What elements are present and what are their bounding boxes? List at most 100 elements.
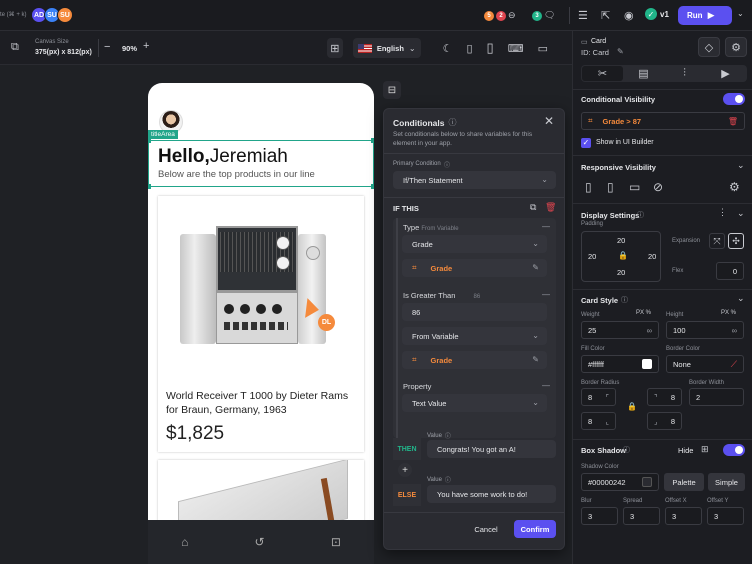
confirm-button[interactable]: Confirm — [514, 520, 556, 538]
tab-data-icon[interactable]: ▤ — [623, 66, 664, 81]
infinity-icon[interactable]: ∞ — [732, 326, 737, 335]
run-button[interactable]: Run ▶ — [678, 6, 732, 25]
gear-icon[interactable]: ⚙ — [729, 180, 740, 194]
collapse-icon[interactable]: — — [542, 290, 550, 299]
box-shadow-toggle[interactable] — [723, 444, 745, 456]
add-condition-button[interactable]: + — [398, 463, 412, 477]
chevron-down-icon[interactable]: ⌄ — [737, 293, 745, 304]
palette-button[interactable]: Palette — [664, 473, 704, 491]
history-icon[interactable]: ↺ — [255, 535, 265, 549]
fill-color-swatch[interactable] — [642, 359, 652, 369]
spread-input[interactable]: 3 — [623, 507, 660, 525]
height-input[interactable]: 100 ∞ — [666, 321, 744, 339]
avatar[interactable]: SU — [57, 7, 73, 23]
language-selector[interactable]: English ⌄ — [352, 38, 421, 58]
copy-icon[interactable]: ⧉ — [530, 202, 536, 213]
expand-icon[interactable]: ⤧ — [709, 233, 725, 249]
collapse-icon[interactable]: — — [542, 381, 550, 390]
padding-right-input[interactable]: 20 — [648, 252, 656, 261]
zoom-out-icon[interactable]: − — [104, 41, 110, 53]
notification-badges[interactable]: 5 2 ⊖ — [484, 10, 516, 21]
home-icon[interactable]: ⌂ — [181, 535, 188, 549]
trash-icon[interactable]: 🗑 — [545, 202, 556, 213]
variable-chip[interactable]: ⌗ Grade ✎ — [402, 351, 547, 369]
more-options-icon[interactable]: ⋮ — [718, 207, 727, 218]
no-color-swatch-icon[interactable]: ⟋ — [731, 359, 737, 370]
collaborator-avatars[interactable]: AD SU SU — [31, 7, 73, 23]
info-icon[interactable]: ⓘ — [621, 295, 628, 305]
grid-icon[interactable]: ⊞ — [327, 38, 343, 58]
tablet-landscape-icon[interactable]: ▭ — [629, 180, 640, 194]
diamond-icon[interactable]: ◇ — [698, 37, 720, 57]
property-select[interactable]: Text Value ⌄ — [402, 394, 547, 412]
radius-bottom-right-input[interactable]: ⌟ 8 — [647, 412, 682, 430]
zoom-in-icon[interactable]: + — [143, 40, 149, 52]
edit-icon[interactable]: ✎ — [532, 355, 539, 364]
info-icon[interactable]: ⓘ — [637, 210, 644, 220]
radius-bottom-left-input[interactable]: 8 ⌞ — [581, 412, 616, 430]
comment-icon[interactable]: 🗨 — [544, 10, 555, 21]
greater-than-input[interactable]: 86 — [402, 303, 547, 321]
conditional-visibility-toggle[interactable] — [723, 93, 745, 105]
chevron-down-icon[interactable]: ⌄ — [737, 160, 745, 171]
tablet-small-icon[interactable]: ▯ — [466, 42, 472, 55]
info-icon[interactable]: ⓘ — [623, 445, 630, 455]
radius-top-right-input[interactable]: ⌝ 8 — [647, 388, 682, 406]
cancel-button[interactable]: Cancel — [466, 520, 506, 538]
desktop-hidden-icon[interactable]: ⊘ — [653, 180, 663, 194]
zoom-level[interactable]: 90% — [122, 44, 137, 53]
edit-icon[interactable]: ✎ — [617, 47, 624, 56]
shadow-color-swatch[interactable] — [642, 477, 652, 487]
chevron-down-icon[interactable]: ⌄ — [737, 208, 745, 219]
border-width-input[interactable]: 2 — [689, 388, 744, 406]
tab-sliders-icon[interactable]: ⫶ — [664, 66, 705, 81]
condition-chip[interactable]: ⌗ Grade > 87 🗑 — [581, 112, 745, 130]
info-icon[interactable]: ⓘ — [445, 475, 451, 484]
tablet-icon[interactable]: ▯ — [607, 180, 614, 194]
simple-button[interactable]: Simple — [708, 473, 745, 491]
mobile-icon[interactable]: ▯ — [585, 180, 592, 194]
from-variable-select[interactable]: From Variable ⌄ — [402, 327, 547, 345]
then-value-input[interactable]: Congrats! You got an A! — [427, 440, 556, 458]
desktop-icon[interactable]: ▭ — [538, 42, 548, 55]
fill-icon[interactable]: ✣ — [728, 233, 744, 249]
padding-bottom-input[interactable]: 20 — [617, 268, 625, 277]
trash-icon[interactable]: 🗑 — [728, 117, 738, 126]
settings-icon[interactable]: ⚙ — [725, 37, 747, 57]
mobile-icon[interactable]: ▯ — [487, 40, 494, 56]
tab-actions-icon[interactable]: ▶ — [705, 66, 746, 81]
alert-icon[interactable]: ⊖ — [508, 10, 516, 21]
radius-top-left-input[interactable]: 8 ⌜ — [581, 388, 616, 406]
close-icon[interactable]: ✕ — [544, 114, 554, 128]
primary-condition-select[interactable]: If/Then Statement ⌄ — [393, 171, 556, 189]
type-select[interactable]: Grade ⌄ — [402, 235, 547, 253]
height-unit-toggle[interactable]: PX % — [721, 310, 736, 316]
add-layer-icon[interactable]: ⊞ — [701, 444, 709, 455]
weight-unit-toggle[interactable]: PX % — [636, 310, 651, 316]
tab-design-tools-icon[interactable]: ✂ — [582, 66, 623, 81]
bag-icon[interactable]: ⊡ — [331, 535, 341, 549]
info-icon[interactable]: ⓘ — [445, 431, 451, 440]
error-badge[interactable]: 2 — [496, 10, 506, 21]
comment-count-badge[interactable]: 3 — [532, 10, 542, 21]
preview-eye-icon[interactable]: ◉ — [624, 9, 634, 22]
blur-input[interactable]: 3 — [581, 507, 618, 525]
weight-input[interactable]: 25 ∞ — [581, 321, 659, 339]
shadow-color-input[interactable]: #00000242 — [581, 473, 659, 491]
info-icon[interactable]: ⓘ — [448, 117, 456, 128]
padding-top-input[interactable]: 20 — [617, 236, 625, 245]
show-in-builder-checkbox[interactable]: ✓ — [581, 138, 591, 148]
canvas-size-value[interactable]: 375(px) x 812(px) — [35, 49, 92, 56]
else-value-input[interactable]: You have some work to do! — [427, 485, 556, 503]
info-icon[interactable]: ⓘ — [444, 160, 450, 169]
collapse-icon[interactable]: — — [542, 222, 550, 231]
offset-x-input[interactable]: 3 — [665, 507, 702, 525]
padding-left-input[interactable]: 20 — [588, 252, 596, 261]
edit-icon[interactable]: ✎ — [532, 263, 539, 272]
border-color-input[interactable]: None ⟋ — [666, 355, 744, 373]
lock-icon[interactable]: 🔒 — [618, 251, 628, 260]
infinity-icon[interactable]: ∞ — [647, 326, 652, 335]
version-selector[interactable]: ✓ v1 — [645, 8, 669, 20]
canvas-size-icon[interactable]: ⧉ — [11, 41, 19, 54]
chevron-down-icon[interactable]: ⌄ — [737, 9, 744, 18]
